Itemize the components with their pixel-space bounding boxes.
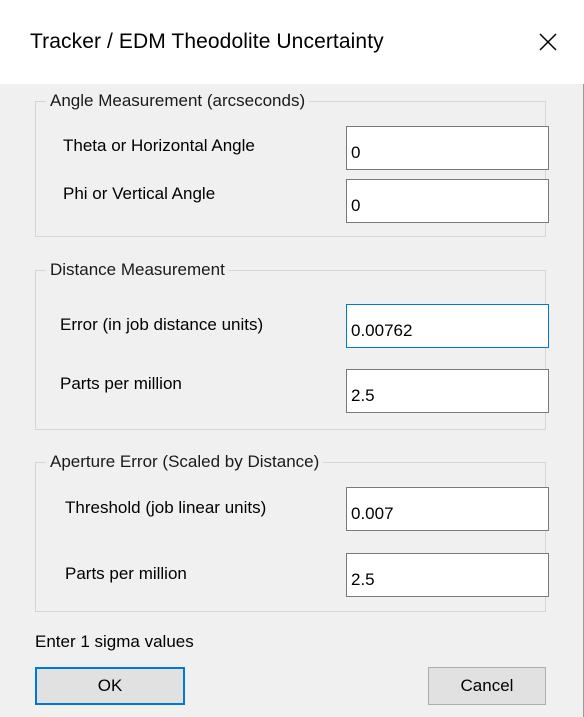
threshold-label: Threshold (job linear units) xyxy=(65,498,267,517)
distance-ppm-input[interactable] xyxy=(346,369,549,413)
dialog-title: Tracker / EDM Theodolite Uncertainty xyxy=(30,30,384,53)
theta-input[interactable] xyxy=(346,126,549,170)
theodolite-uncertainty-dialog: Tracker / EDM Theodolite Uncertainty Ang… xyxy=(0,0,584,717)
distance-error-input[interactable] xyxy=(346,304,549,348)
aperture-error-legend: Aperture Error (Scaled by Distance) xyxy=(46,451,324,473)
phi-label: Phi or Vertical Angle xyxy=(63,184,216,203)
close-button[interactable] xyxy=(528,22,568,62)
aperture-ppm-input[interactable] xyxy=(346,553,549,597)
theta-label: Theta or Horizontal Angle xyxy=(63,136,255,155)
title-bar: Tracker / EDM Theodolite Uncertainty xyxy=(0,0,584,84)
distance-error-label: Error (in job distance units) xyxy=(60,315,264,334)
ok-button[interactable]: OK xyxy=(35,667,185,705)
distance-measurement-legend: Distance Measurement xyxy=(46,259,229,281)
distance-ppm-label: Parts per million xyxy=(60,374,182,393)
cancel-button[interactable]: Cancel xyxy=(428,667,546,705)
aperture-ppm-label: Parts per million xyxy=(65,564,187,583)
threshold-input[interactable] xyxy=(346,487,549,531)
phi-input[interactable] xyxy=(346,179,549,223)
sigma-note: Enter 1 sigma values xyxy=(35,632,194,651)
angle-measurement-legend: Angle Measurement (arcseconds) xyxy=(46,90,310,112)
close-icon xyxy=(539,33,557,51)
